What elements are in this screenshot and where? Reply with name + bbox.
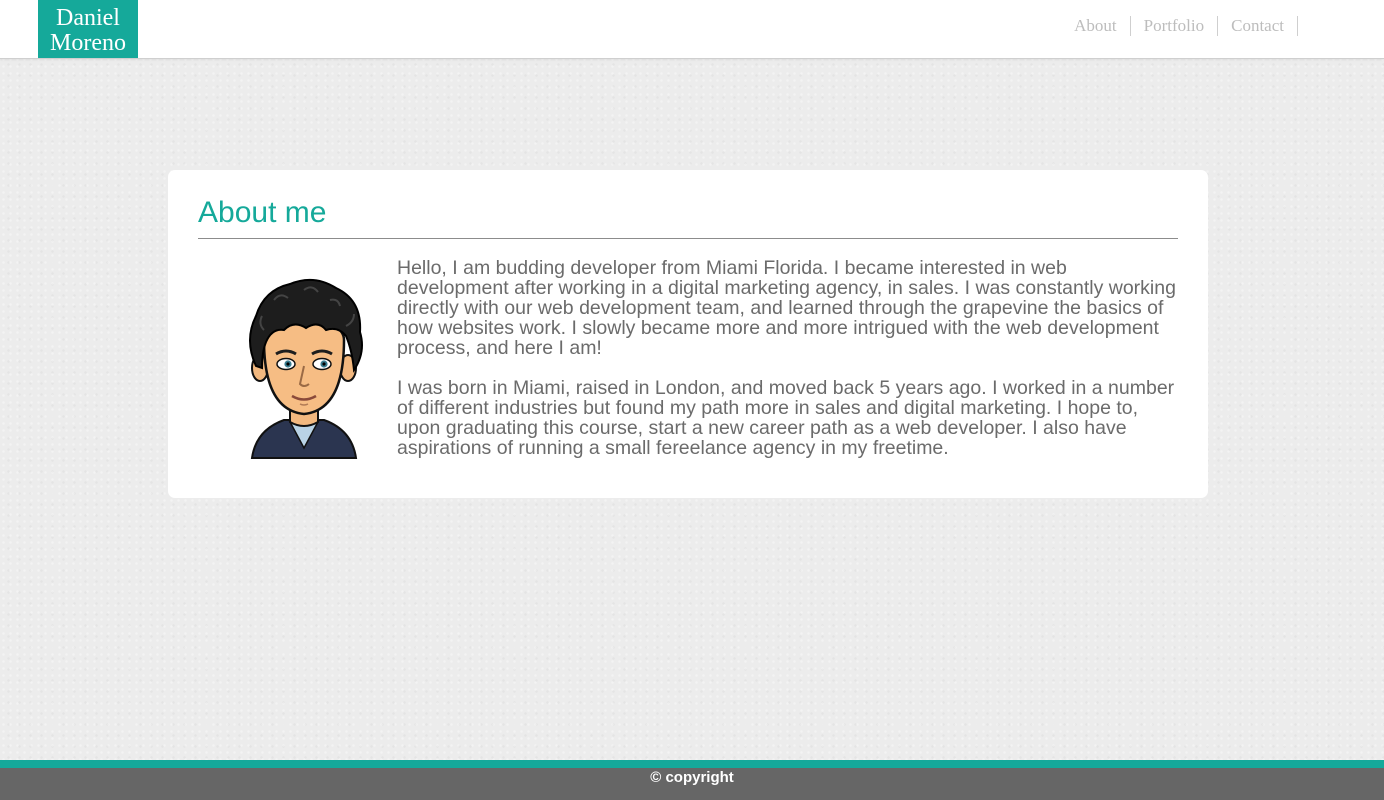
logo-last-name: Moreno (50, 30, 126, 56)
cartoon-avatar-icon (249, 278, 363, 459)
nav-link-about[interactable]: About (1061, 16, 1131, 36)
site-header: Daniel Moreno About Portfolio Contact (0, 0, 1384, 59)
nav-link-portfolio[interactable]: Portfolio (1131, 16, 1219, 36)
about-title: About me (198, 196, 327, 229)
logo-first-name: Daniel (56, 5, 120, 31)
main-nav: About Portfolio Contact (1061, 16, 1298, 36)
about-card: About me Hello, I am budding developer f… (168, 170, 1208, 498)
footer-accent-bar (0, 760, 1384, 768)
bio-paragraph: Hello, I am budding developer from Miami… (397, 257, 1176, 359)
nav-link-contact[interactable]: Contact (1218, 16, 1298, 36)
about-bio: Hello, I am budding developer from Miami… (397, 258, 1177, 478)
avatar-image (234, 270, 374, 460)
title-divider (198, 238, 1178, 239)
copyright-text: © copyright (650, 769, 734, 786)
site-logo[interactable]: Daniel Moreno (38, 0, 138, 58)
bio-paragraph: I was born in Miami, raised in London, a… (397, 377, 1175, 459)
site-footer: © copyright (0, 768, 1384, 800)
